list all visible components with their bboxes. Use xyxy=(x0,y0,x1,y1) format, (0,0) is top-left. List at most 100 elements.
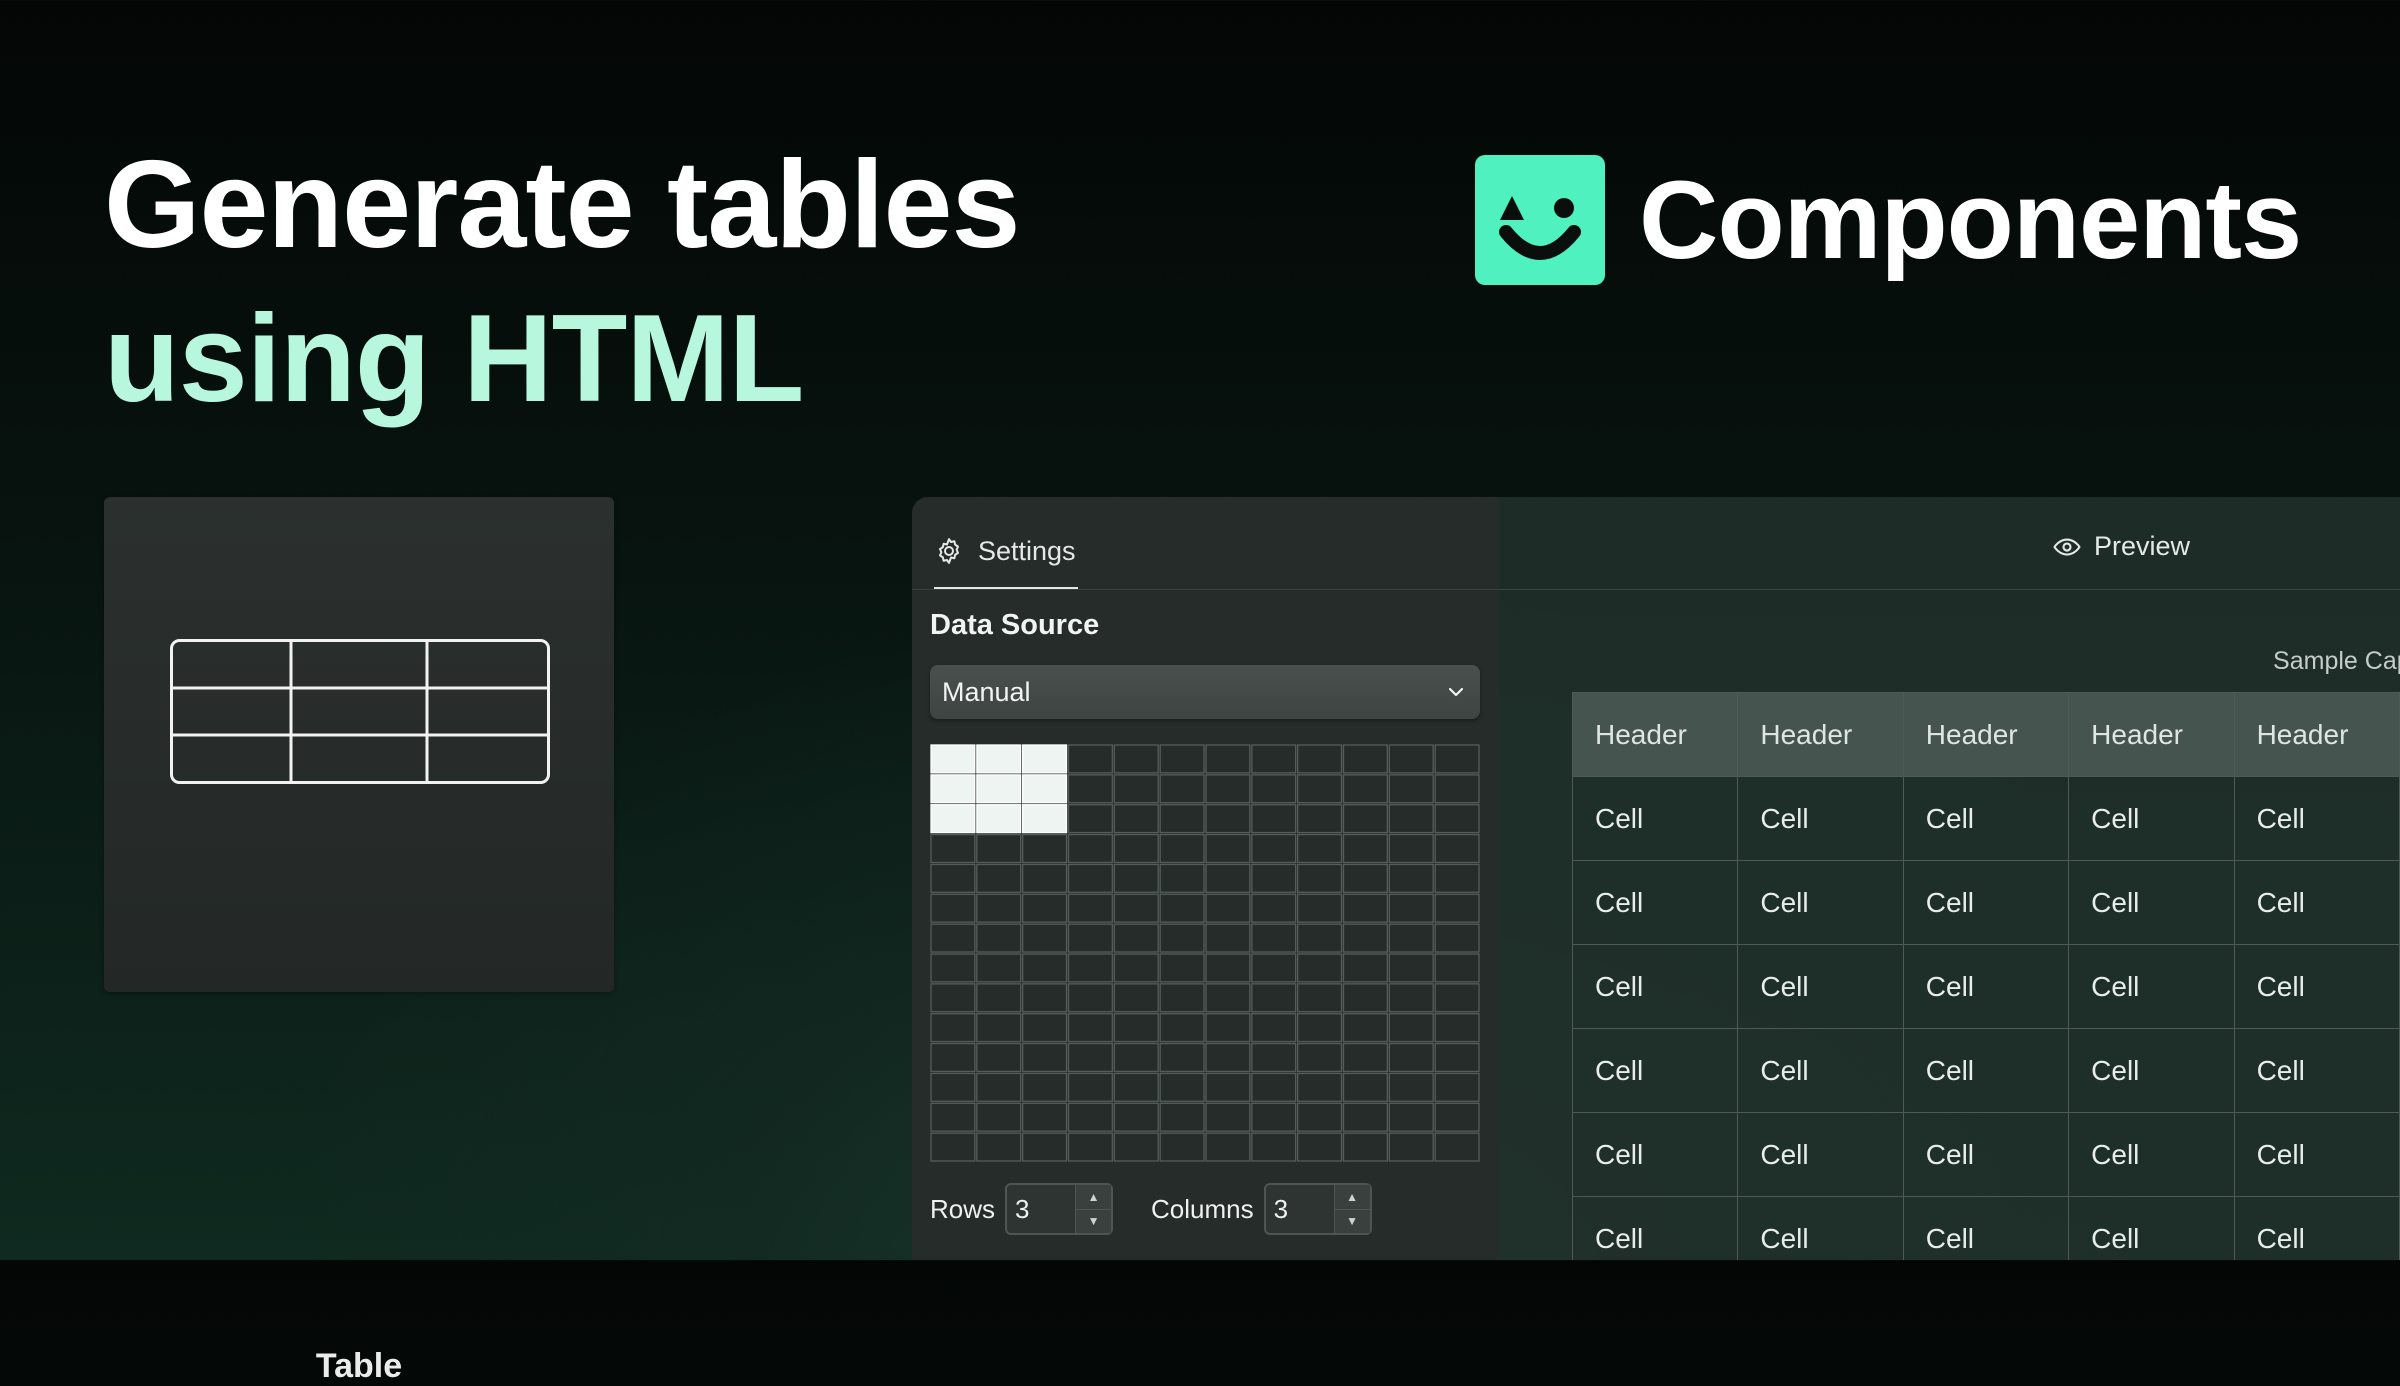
grid-cell[interactable] xyxy=(1251,893,1297,923)
grid-cell[interactable] xyxy=(1388,953,1434,983)
grid-cell[interactable] xyxy=(1388,1072,1434,1102)
grid-cell[interactable] xyxy=(1388,1013,1434,1043)
grid-cell-selected[interactable] xyxy=(1022,744,1068,774)
grid-cell[interactable] xyxy=(1159,1072,1205,1102)
rows-stepper[interactable]: ▲ ▼ xyxy=(1005,1183,1114,1235)
grid-cell[interactable] xyxy=(1067,1013,1113,1043)
grid-cell[interactable] xyxy=(1067,833,1113,864)
grid-cell[interactable] xyxy=(1434,1042,1480,1073)
columns-decrement-button[interactable]: ▼ xyxy=(1334,1208,1370,1233)
grid-cell[interactable] xyxy=(1205,923,1251,953)
grid-cell[interactable] xyxy=(1113,774,1159,804)
grid-cell[interactable] xyxy=(1205,1132,1251,1162)
grid-cell[interactable] xyxy=(1297,1013,1343,1043)
grid-cell[interactable] xyxy=(1067,953,1113,983)
grid-cell[interactable] xyxy=(1342,1013,1388,1043)
grid-cell[interactable] xyxy=(1067,863,1113,893)
grid-cell[interactable] xyxy=(1205,893,1251,923)
grid-cell[interactable] xyxy=(1297,1042,1343,1073)
grid-cell[interactable] xyxy=(1251,953,1297,983)
grid-cell[interactable] xyxy=(1434,804,1480,834)
grid-cell[interactable] xyxy=(1022,1102,1068,1132)
grid-cell[interactable] xyxy=(1022,893,1068,923)
grid-cell[interactable] xyxy=(1434,1013,1480,1043)
grid-cell[interactable] xyxy=(1159,893,1205,923)
tab-preview[interactable]: Preview xyxy=(2052,531,2190,562)
grid-cell[interactable] xyxy=(1251,983,1297,1013)
grid-cell[interactable] xyxy=(1388,893,1434,923)
rows-input[interactable] xyxy=(1007,1186,1076,1232)
grid-cell[interactable] xyxy=(930,893,976,923)
grid-cell[interactable] xyxy=(1342,1072,1388,1102)
grid-cell-selected[interactable] xyxy=(976,744,1022,774)
grid-cell[interactable] xyxy=(1067,983,1113,1013)
grid-cell[interactable] xyxy=(930,983,976,1013)
grid-cell[interactable] xyxy=(1297,923,1343,953)
columns-stepper[interactable]: ▲ ▼ xyxy=(1263,1183,1372,1235)
grid-cell[interactable] xyxy=(930,833,976,864)
grid-cell[interactable] xyxy=(1159,1013,1205,1043)
grid-cell[interactable] xyxy=(1388,744,1434,774)
grid-cell[interactable] xyxy=(1251,923,1297,953)
grid-cell[interactable] xyxy=(1434,833,1480,864)
grid-cell[interactable] xyxy=(1205,833,1251,864)
grid-cell[interactable] xyxy=(1205,983,1251,1013)
grid-cell[interactable] xyxy=(1251,1072,1297,1102)
grid-cell[interactable] xyxy=(1067,804,1113,834)
grid-cell[interactable] xyxy=(1297,833,1343,864)
grid-cell[interactable] xyxy=(1113,833,1159,864)
grid-cell[interactable] xyxy=(1297,1102,1343,1132)
grid-cell[interactable] xyxy=(1022,953,1068,983)
grid-cell[interactable] xyxy=(1022,833,1068,864)
grid-cell[interactable] xyxy=(1159,1132,1205,1162)
grid-cell[interactable] xyxy=(1113,863,1159,893)
grid-cell[interactable] xyxy=(1022,1132,1068,1162)
grid-cell[interactable] xyxy=(1342,744,1388,774)
grid-cell[interactable] xyxy=(930,1072,976,1102)
grid-cell[interactable] xyxy=(1434,744,1480,774)
grid-cell[interactable] xyxy=(976,953,1022,983)
grid-cell[interactable] xyxy=(930,1102,976,1132)
grid-cell[interactable] xyxy=(976,1013,1022,1043)
grid-cell[interactable] xyxy=(1388,774,1434,804)
grid-cell[interactable] xyxy=(1297,804,1343,834)
grid-cell[interactable] xyxy=(1205,804,1251,834)
grid-cell[interactable] xyxy=(1388,1102,1434,1132)
grid-cell[interactable] xyxy=(1251,1132,1297,1162)
grid-cell[interactable] xyxy=(1251,774,1297,804)
grid-cell[interactable] xyxy=(1022,1042,1068,1073)
grid-cell[interactable] xyxy=(1159,953,1205,983)
grid-cell[interactable] xyxy=(1113,923,1159,953)
data-source-select[interactable]: Manual xyxy=(930,665,1480,719)
grid-cell[interactable] xyxy=(1342,893,1388,923)
grid-cell[interactable] xyxy=(1342,953,1388,983)
grid-cell[interactable] xyxy=(1434,1072,1480,1102)
grid-cell[interactable] xyxy=(1251,1042,1297,1073)
grid-cell[interactable] xyxy=(1067,744,1113,774)
grid-cell[interactable] xyxy=(1113,1042,1159,1073)
grid-cell[interactable] xyxy=(930,1042,976,1073)
grid-cell[interactable] xyxy=(1022,1013,1068,1043)
grid-cell[interactable] xyxy=(1113,983,1159,1013)
grid-cell[interactable] xyxy=(1251,863,1297,893)
grid-cell[interactable] xyxy=(1297,983,1343,1013)
grid-cell[interactable] xyxy=(1205,1013,1251,1043)
grid-cell[interactable] xyxy=(1159,1042,1205,1073)
grid-cell[interactable] xyxy=(1342,983,1388,1013)
grid-cell[interactable] xyxy=(930,1132,976,1162)
columns-input[interactable] xyxy=(1265,1186,1334,1232)
grid-cell[interactable] xyxy=(1067,1102,1113,1132)
grid-cell[interactable] xyxy=(1388,1042,1434,1073)
rows-decrement-button[interactable]: ▼ xyxy=(1076,1208,1112,1233)
grid-cell[interactable] xyxy=(1205,1102,1251,1132)
grid-cell[interactable] xyxy=(976,1132,1022,1162)
grid-cell[interactable] xyxy=(1022,923,1068,953)
grid-cell[interactable] xyxy=(1022,1072,1068,1102)
grid-cell[interactable] xyxy=(1297,774,1343,804)
grid-cell[interactable] xyxy=(976,833,1022,864)
grid-cell[interactable] xyxy=(1388,923,1434,953)
grid-cell-selected[interactable] xyxy=(930,744,976,774)
grid-cell[interactable] xyxy=(976,1042,1022,1073)
grid-cell[interactable] xyxy=(1205,863,1251,893)
grid-cell[interactable] xyxy=(1159,804,1205,834)
